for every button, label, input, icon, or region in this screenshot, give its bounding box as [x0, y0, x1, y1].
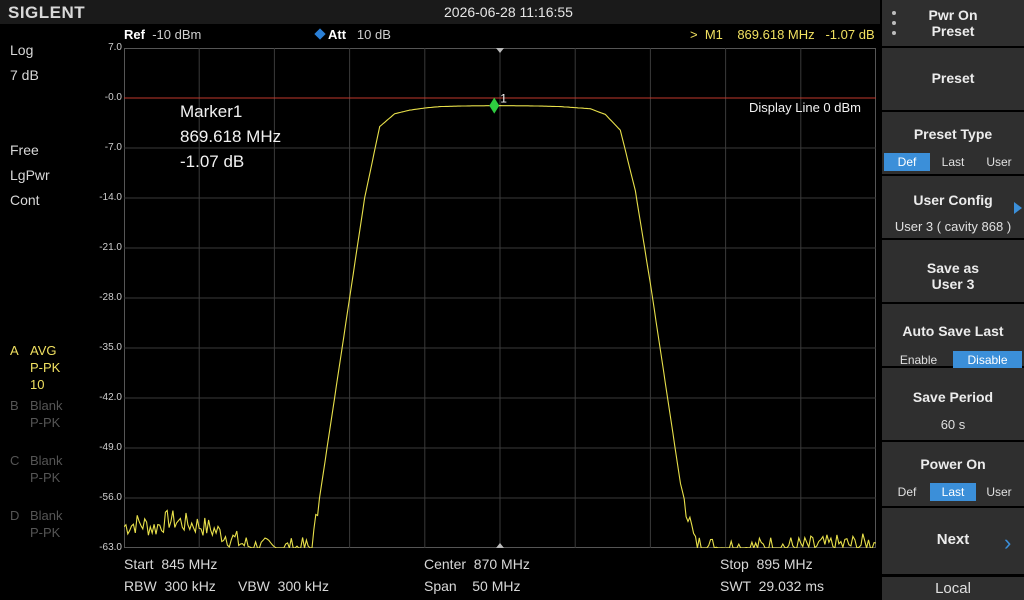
power-on-options: Def Last User [884, 483, 1022, 501]
option-last[interactable]: Last [930, 483, 976, 501]
marker-readout: > M1 869.618 MHz -1.07 dB [690, 27, 875, 42]
ref-label: Ref [124, 27, 145, 42]
scale-type[interactable]: Log [10, 42, 33, 58]
center-frequency[interactable]: Center 870 MHz [424, 556, 530, 572]
marker-level: -1.07 dB [180, 152, 245, 171]
trace-avg-count: 10 [30, 377, 45, 392]
scale-div[interactable]: 7 dB [10, 67, 39, 83]
trace-detector: P-PK [30, 525, 61, 540]
softkey-user-config[interactable]: User Config User 3 ( cavity 868 ) [882, 176, 1024, 238]
softkey-title: Save as [926, 260, 980, 276]
softkey-menu: Pwr On Preset Preset Preset Type Def Las… [880, 0, 1024, 600]
y-tick-label: 7.0 [108, 42, 122, 53]
date-time: 2026-06-28 11:16:55 [444, 4, 573, 20]
softkey-title: Next [936, 531, 970, 548]
local-status: Local [882, 577, 1024, 600]
trace-letter: A [10, 343, 19, 358]
trace-mode: Blank [30, 453, 63, 468]
trace-b-status[interactable]: B Blank P-PK [10, 397, 80, 431]
softkey-pwr-on-preset[interactable]: Pwr On Preset [882, 0, 1024, 46]
option-user[interactable]: User [976, 153, 1022, 171]
start-frequency[interactable]: Start 845 MHz [124, 556, 217, 572]
sweep-time[interactable]: SWT 29.032 ms [720, 578, 824, 594]
y-tick-label: -63.0 [99, 542, 122, 553]
preset-type-options: Def Last User [884, 153, 1022, 171]
trace-detector: P-PK [30, 470, 61, 485]
stop-frequency[interactable]: Stop 895 MHz [720, 556, 813, 572]
auto-save-options: Enable Disable [884, 351, 1022, 369]
trace-mode: Blank [30, 508, 63, 523]
softkey-title: Save Period [912, 389, 994, 405]
trace-letter: D [10, 508, 20, 523]
att-indicator-icon [314, 28, 326, 40]
softkey-power-on[interactable]: Power On Def Last User [882, 442, 1024, 506]
softkey-title: Pwr On [928, 7, 978, 23]
display-line-label: Display Line 0 dBm [749, 100, 861, 115]
ref-value: -10 dBm [152, 27, 202, 42]
softkey-title: Preset Type [913, 126, 993, 142]
ref-level[interactable]: Ref -10 dBm [124, 27, 201, 42]
softkey-preset-type[interactable]: Preset Type Def Last User [882, 112, 1024, 174]
att-label: Att [328, 27, 347, 42]
sweep-mode[interactable]: Cont [10, 192, 40, 208]
trace-letter: B [10, 398, 19, 413]
trace-mode: AVG [30, 343, 57, 358]
vbw[interactable]: VBW 300 kHz [238, 578, 329, 594]
trace-detector: P-PK [30, 415, 61, 430]
y-tick-label: -28.0 [99, 292, 122, 303]
softkey-title: Auto Save Last [902, 323, 1004, 339]
grid-lines [124, 48, 876, 548]
y-tick-label: -49.0 [99, 442, 122, 453]
softkey-title-2: User 3 [931, 276, 975, 292]
option-def[interactable]: Def [884, 153, 930, 171]
att-value: 10 dB [356, 27, 391, 42]
softkey-value: User 3 ( cavity 868 ) [894, 219, 1012, 234]
brand-logo: SIGLENT [8, 3, 86, 22]
softkey-title-2: Preset [931, 23, 975, 39]
y-tick-label: -56.0 [99, 492, 122, 503]
trace-c-status[interactable]: C Blank P-PK [10, 452, 80, 486]
submenu-arrow-icon [1014, 202, 1022, 214]
trace-detector: P-PK [30, 360, 61, 375]
y-tick-label: -0.0 [104, 92, 122, 103]
avg-type[interactable]: LgPwr [10, 167, 50, 183]
y-tick-label: -21.0 [99, 242, 122, 253]
softkey-title: Power On [920, 456, 986, 472]
rbw[interactable]: RBW 300 kHz [124, 578, 216, 594]
softkey-title: Preset [931, 70, 975, 86]
y-tick-label: -7.0 [104, 142, 122, 153]
option-disable[interactable]: Disable [953, 351, 1022, 369]
trigger-mode[interactable]: Free [10, 142, 39, 158]
y-tick-label: -14.0 [99, 192, 122, 203]
attenuation[interactable]: Att 10 dB [328, 27, 391, 42]
trace-letter: C [10, 453, 20, 468]
option-user[interactable]: User [976, 483, 1022, 501]
chevron-right-icon: › [1004, 530, 1012, 555]
softkey-auto-save-last[interactable]: Auto Save Last Enable Disable [882, 304, 1024, 369]
marker-1-diamond [489, 97, 500, 114]
center-tick-bottom [496, 543, 504, 548]
option-def[interactable]: Def [884, 483, 930, 501]
trace-d-status[interactable]: D Blank P-PK [10, 507, 80, 541]
y-tick-label: -42.0 [99, 392, 122, 403]
spectrum-graticule[interactable]: 1 [124, 48, 876, 548]
softkey-value: 60 s [940, 417, 966, 432]
softkey-next[interactable]: Next [882, 508, 1024, 574]
marker-frequency: 869.618 MHz [180, 127, 282, 146]
softkey-preset[interactable]: Preset [882, 48, 1024, 110]
trace-a-status[interactable]: A AVG P-PK 10 [10, 342, 80, 394]
top-bar: SIGLENT 2026-06-28 11:16:55 [0, 0, 880, 24]
softkey-save-period[interactable]: Save Period 60 s [882, 368, 1024, 440]
softkey-title: User Config [913, 192, 993, 208]
trace-mode: Blank [30, 398, 63, 413]
y-tick-label: -35.0 [99, 342, 122, 353]
marker-title: Marker1 [180, 102, 243, 121]
option-last[interactable]: Last [930, 153, 976, 171]
marker-1: 1 [489, 92, 507, 114]
span[interactable]: Span 50 MHz [424, 578, 521, 594]
option-enable[interactable]: Enable [884, 351, 953, 369]
softkey-save-as-user[interactable]: Save as User 3 [882, 240, 1024, 302]
center-tick-top [496, 48, 504, 53]
marker-1-number: 1 [500, 92, 507, 106]
